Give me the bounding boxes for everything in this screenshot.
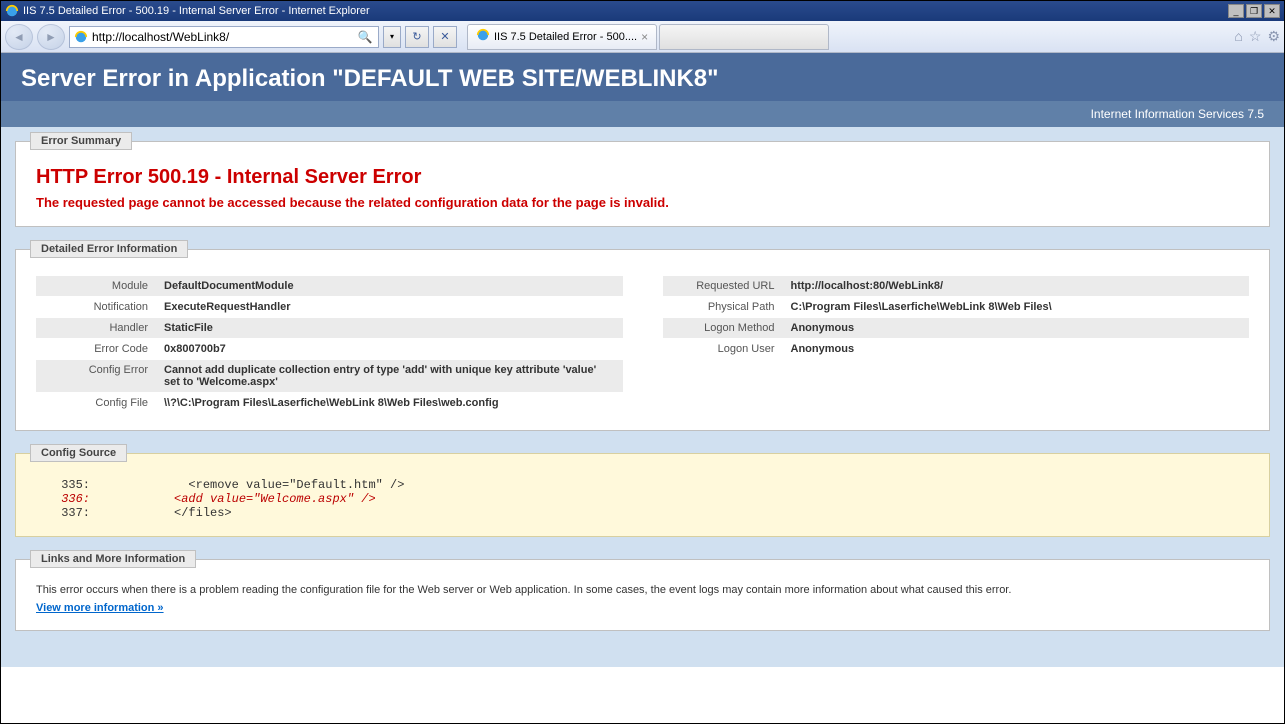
detail-value: Cannot add duplicate collection entry of…: [156, 360, 623, 392]
window-titlebar: IIS 7.5 Detailed Error - 500.19 - Intern…: [1, 1, 1284, 21]
panel-legend: Config Source: [30, 444, 127, 462]
detail-label: Logon Method: [663, 318, 783, 338]
detail-label: Config Error: [36, 360, 156, 392]
detail-row: Config ErrorCannot add duplicate collect…: [36, 360, 623, 392]
detail-value: 0x800700b7: [156, 339, 623, 359]
detail-row: Config File\\?\C:\Program Files\Laserfic…: [36, 393, 623, 413]
maximize-button[interactable]: ❐: [1246, 4, 1262, 18]
detail-value: ExecuteRequestHandler: [156, 297, 623, 317]
error-title: HTTP Error 500.19 - Internal Server Erro…: [36, 166, 1249, 189]
back-button[interactable]: ◄: [5, 24, 33, 50]
detail-label: Config File: [36, 393, 156, 413]
panel-legend: Links and More Information: [30, 550, 196, 568]
url-input[interactable]: [92, 30, 356, 44]
detail-value: StaticFile: [156, 318, 623, 338]
detail-row: Physical PathC:\Program Files\Laserfiche…: [663, 297, 1250, 317]
tab-label: IIS 7.5 Detailed Error - 500....: [494, 31, 637, 43]
search-icon[interactable]: 🔍: [356, 28, 374, 46]
detail-row: Logon MethodAnonymous: [663, 318, 1250, 338]
close-button[interactable]: ✕: [1264, 4, 1280, 18]
favorites-icon[interactable]: ☆: [1249, 28, 1262, 45]
ie-icon: [5, 4, 19, 18]
page-viewport: Server Error in Application "DEFAULT WEB…: [1, 53, 1284, 723]
links-info-panel: Links and More Information This error oc…: [15, 559, 1270, 631]
tab-close-icon[interactable]: ×: [641, 30, 648, 44]
config-source-panel: Config Source 335: <remove value="Defaul…: [15, 453, 1270, 537]
detail-row: HandlerStaticFile: [36, 318, 623, 338]
new-tab-button[interactable]: [659, 24, 829, 50]
page-icon: [74, 30, 88, 44]
view-more-link[interactable]: View more information »: [36, 602, 164, 614]
browser-toolbar: ◄ ► 🔍 ▾ ↻ ✕ IIS 7.5 Detailed Error - 500…: [1, 21, 1284, 53]
detail-value: C:\Program Files\Laserfiche\WebLink 8\We…: [783, 297, 1250, 317]
source-line: 336: <add value="Welcome.aspx" />: [36, 492, 1249, 506]
detail-label: Requested URL: [663, 276, 783, 296]
error-message: The requested page cannot be accessed be…: [36, 195, 1249, 210]
home-icon[interactable]: ⌂: [1234, 28, 1242, 45]
source-line: 337: </files>: [36, 506, 1249, 520]
panel-legend: Detailed Error Information: [30, 240, 188, 258]
iis-version-band: Internet Information Services 7.5: [1, 101, 1284, 127]
detailed-error-panel: Detailed Error Information ModuleDefault…: [15, 249, 1270, 431]
window-title: IIS 7.5 Detailed Error - 500.19 - Intern…: [23, 5, 1228, 17]
detail-value: Anonymous: [783, 339, 1250, 359]
detail-label: Handler: [36, 318, 156, 338]
address-bar[interactable]: 🔍: [69, 26, 379, 48]
stop-button[interactable]: ✕: [433, 26, 457, 48]
detail-label: Module: [36, 276, 156, 296]
detail-row: NotificationExecuteRequestHandler: [36, 297, 623, 317]
iis-version-label: Internet Information Services 7.5: [1091, 107, 1264, 121]
detail-row: ModuleDefaultDocumentModule: [36, 276, 623, 296]
detail-label: Error Code: [36, 339, 156, 359]
detail-label: Logon User: [663, 339, 783, 359]
detail-row: Requested URLhttp://localhost:80/WebLink…: [663, 276, 1250, 296]
panel-legend: Error Summary: [30, 132, 132, 150]
error-header: Server Error in Application "DEFAULT WEB…: [1, 53, 1284, 101]
detail-value: Anonymous: [783, 318, 1250, 338]
url-dropdown-button[interactable]: ▾: [383, 26, 401, 48]
detail-value: DefaultDocumentModule: [156, 276, 623, 296]
refresh-button[interactable]: ↻: [405, 26, 429, 48]
info-text: This error occurs when there is a proble…: [36, 584, 1249, 596]
detail-value: \\?\C:\Program Files\Laserfiche\WebLink …: [156, 393, 623, 413]
page-title: Server Error in Application "DEFAULT WEB…: [21, 65, 1264, 93]
browser-tab[interactable]: IIS 7.5 Detailed Error - 500.... ×: [467, 24, 657, 50]
detail-value: http://localhost:80/WebLink8/: [783, 276, 1250, 296]
source-line: 335: <remove value="Default.htm" />: [36, 478, 1249, 492]
detail-label: Physical Path: [663, 297, 783, 317]
detail-row: Logon UserAnonymous: [663, 339, 1250, 359]
error-summary-panel: Error Summary HTTP Error 500.19 - Intern…: [15, 141, 1270, 227]
tools-icon[interactable]: ⚙: [1267, 28, 1280, 45]
detail-row: Error Code0x800700b7: [36, 339, 623, 359]
forward-button[interactable]: ►: [37, 24, 65, 50]
minimize-button[interactable]: _: [1228, 4, 1244, 18]
page-icon: [476, 28, 490, 45]
detail-label: Notification: [36, 297, 156, 317]
